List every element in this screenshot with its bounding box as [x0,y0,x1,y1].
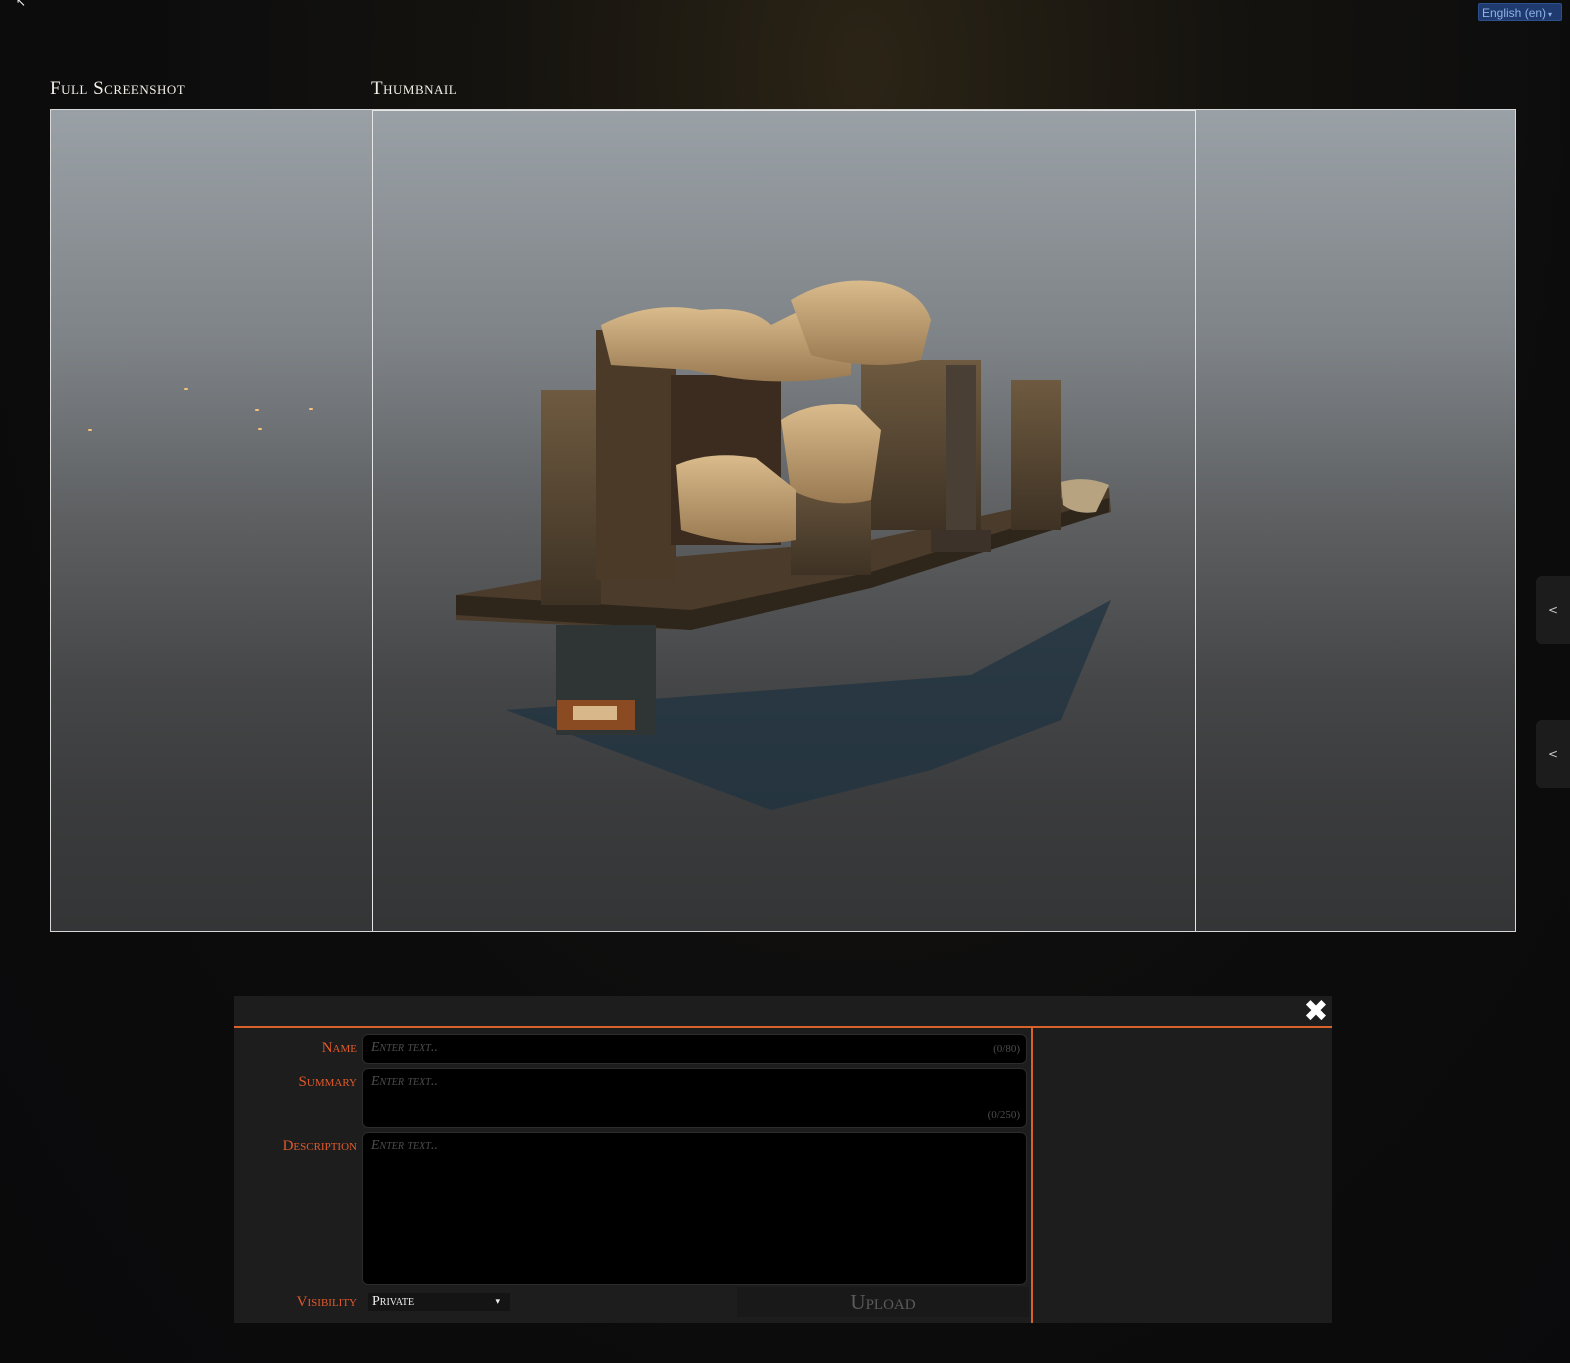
language-label: English (en) [1482,6,1547,20]
name-input[interactable]: Enter text.. (0/80) [362,1034,1027,1064]
caret-down-icon: ▾ [1548,10,1553,19]
visibility-label: Visibility [296,1294,357,1310]
name-counter: (0/80) [993,1043,1020,1055]
summary-input[interactable]: Enter text.. (0/250) [362,1068,1027,1128]
visibility-select[interactable]: Private ▾ [368,1293,510,1311]
language-select[interactable]: English (en) ▾ [1478,3,1562,21]
chevron-left-icon: < [1547,747,1559,761]
name-placeholder: Enter text.. [371,1040,438,1055]
screenshot-viewer[interactable] [50,109,1516,932]
full-screenshot-label: Full Screenshot [50,78,186,99]
panel-header: ✖ [234,996,1332,1028]
cursor-icon: ↖ [16,0,27,9]
upload-button[interactable]: Upload [737,1287,1029,1317]
visibility-value: Private [372,1294,415,1309]
summary-counter: (0/250) [987,1109,1020,1121]
name-label: Name [321,1040,357,1056]
side-tab-top[interactable]: < [1536,576,1570,644]
description-input[interactable]: Enter text.. [362,1132,1027,1285]
summary-placeholder: Enter text.. [371,1074,438,1089]
close-icon[interactable]: ✖ [1302,997,1330,1027]
summary-label: Summary [298,1074,357,1090]
panel-divider [1031,1028,1033,1323]
thumbnail-label: Thumbnail [371,78,458,99]
caret-down-icon: ▾ [495,1297,500,1307]
description-placeholder: Enter text.. [371,1138,438,1153]
chevron-left-icon: < [1547,603,1559,617]
description-label: Description [282,1138,357,1154]
side-tab-bottom[interactable]: < [1536,720,1570,788]
upload-panel: ✖ Name Enter text.. (0/80) Summary Enter… [234,996,1332,1323]
thumbnail-crop-frame[interactable] [372,110,1196,931]
